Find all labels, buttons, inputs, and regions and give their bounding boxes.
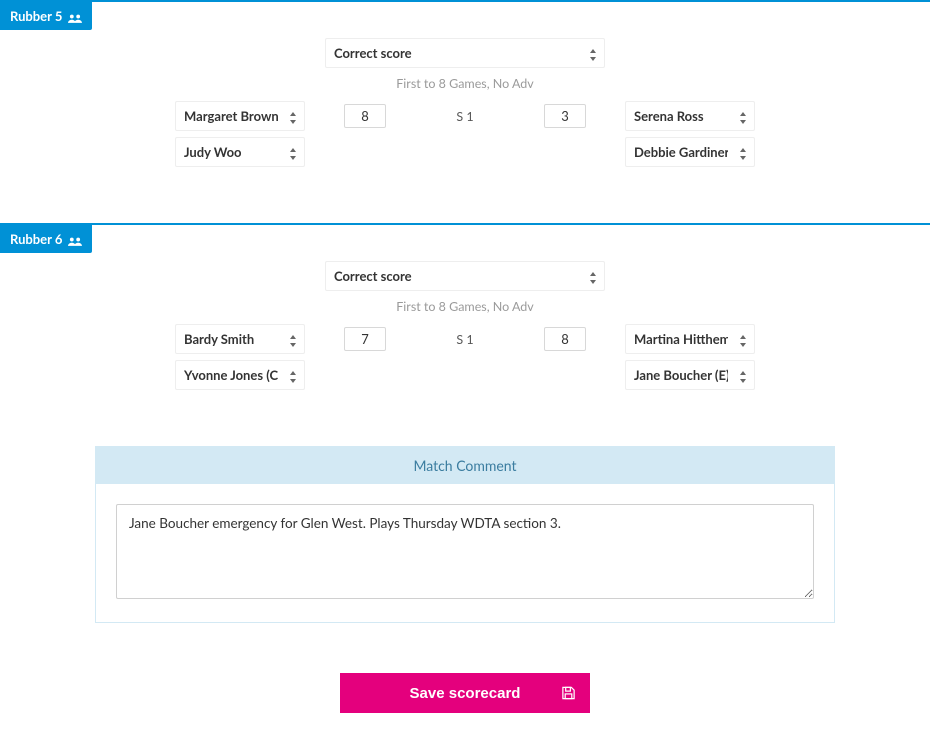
rubber-6-tab[interactable]: Rubber 6 [0, 225, 92, 253]
match-comment-textarea[interactable] [116, 504, 814, 599]
rubber-6-label: Rubber 6 [10, 231, 62, 247]
match-comment-title: Match Comment [96, 447, 834, 484]
format-label: First to 8 Games, No Adv [0, 76, 930, 91]
rubber-6-header: Rubber 6 [0, 223, 930, 253]
score-type-select-wrap: Correct score [325, 38, 605, 68]
format-label: First to 8 Games, No Adv [0, 299, 930, 314]
save-button-label: Save scorecard [410, 685, 521, 702]
scoreline-2: Yvonne Jones (C) Jane Boucher (E) [75, 360, 855, 390]
away-player-1-wrap: Serena Ross [625, 101, 755, 131]
away-player-2-wrap: Jane Boucher (E) [625, 360, 755, 390]
home-player-1-select[interactable]: Bardy Smith [175, 324, 305, 354]
score-away-input[interactable] [544, 104, 586, 128]
doubles-icon [68, 10, 82, 22]
score-type-select-wrap: Correct score [325, 261, 605, 291]
set-label: S 1 [425, 332, 505, 347]
rubber-5-block: Rubber 5 Correct score First to 8 Games,… [0, 0, 930, 167]
rubber-5-tab[interactable]: Rubber 5 [0, 2, 92, 30]
set-label: S 1 [425, 109, 505, 124]
away-player-2-select[interactable]: Jane Boucher (E) [625, 360, 755, 390]
scoreline-2: Judy Woo Debbie Gardiner (C) [75, 137, 855, 167]
rubber-5-label: Rubber 5 [10, 8, 62, 24]
score-home-input[interactable] [344, 327, 386, 351]
rubber-5-header: Rubber 5 [0, 0, 930, 30]
home-player-1-select[interactable]: Margaret Brown [175, 101, 305, 131]
home-player-2-select[interactable]: Judy Woo [175, 137, 305, 167]
score-away-input[interactable] [544, 327, 586, 351]
home-player-1-wrap: Bardy Smith [175, 324, 305, 354]
match-comment-body [96, 484, 834, 622]
score-type-row: Correct score [0, 30, 930, 68]
save-icon [561, 686, 576, 701]
match-comment-panel: Match Comment [95, 446, 835, 623]
scoreline-1: Bardy Smith S 1 Martina Hitthemova [75, 324, 855, 354]
away-player-1-select[interactable]: Serena Ross [625, 101, 755, 131]
score-type-select[interactable]: Correct score [325, 261, 605, 291]
home-player-2-wrap: Yvonne Jones (C) [175, 360, 305, 390]
home-player-2-select[interactable]: Yvonne Jones (C) [175, 360, 305, 390]
scoreline-1: Margaret Brown S 1 Serena Ross [75, 101, 855, 131]
score-home-input[interactable] [344, 104, 386, 128]
score-type-select[interactable]: Correct score [325, 38, 605, 68]
score-type-row: Correct score [0, 253, 930, 291]
home-player-2-wrap: Judy Woo [175, 137, 305, 167]
save-scorecard-button[interactable]: Save scorecard [340, 673, 590, 713]
away-player-1-select[interactable]: Martina Hitthemova [625, 324, 755, 354]
away-player-1-wrap: Martina Hitthemova [625, 324, 755, 354]
away-player-2-select[interactable]: Debbie Gardiner (C) [625, 137, 755, 167]
rubber-6-block: Rubber 6 Correct score First to 8 Games,… [0, 223, 930, 390]
home-player-1-wrap: Margaret Brown [175, 101, 305, 131]
doubles-icon [68, 233, 82, 245]
away-player-2-wrap: Debbie Gardiner (C) [625, 137, 755, 167]
